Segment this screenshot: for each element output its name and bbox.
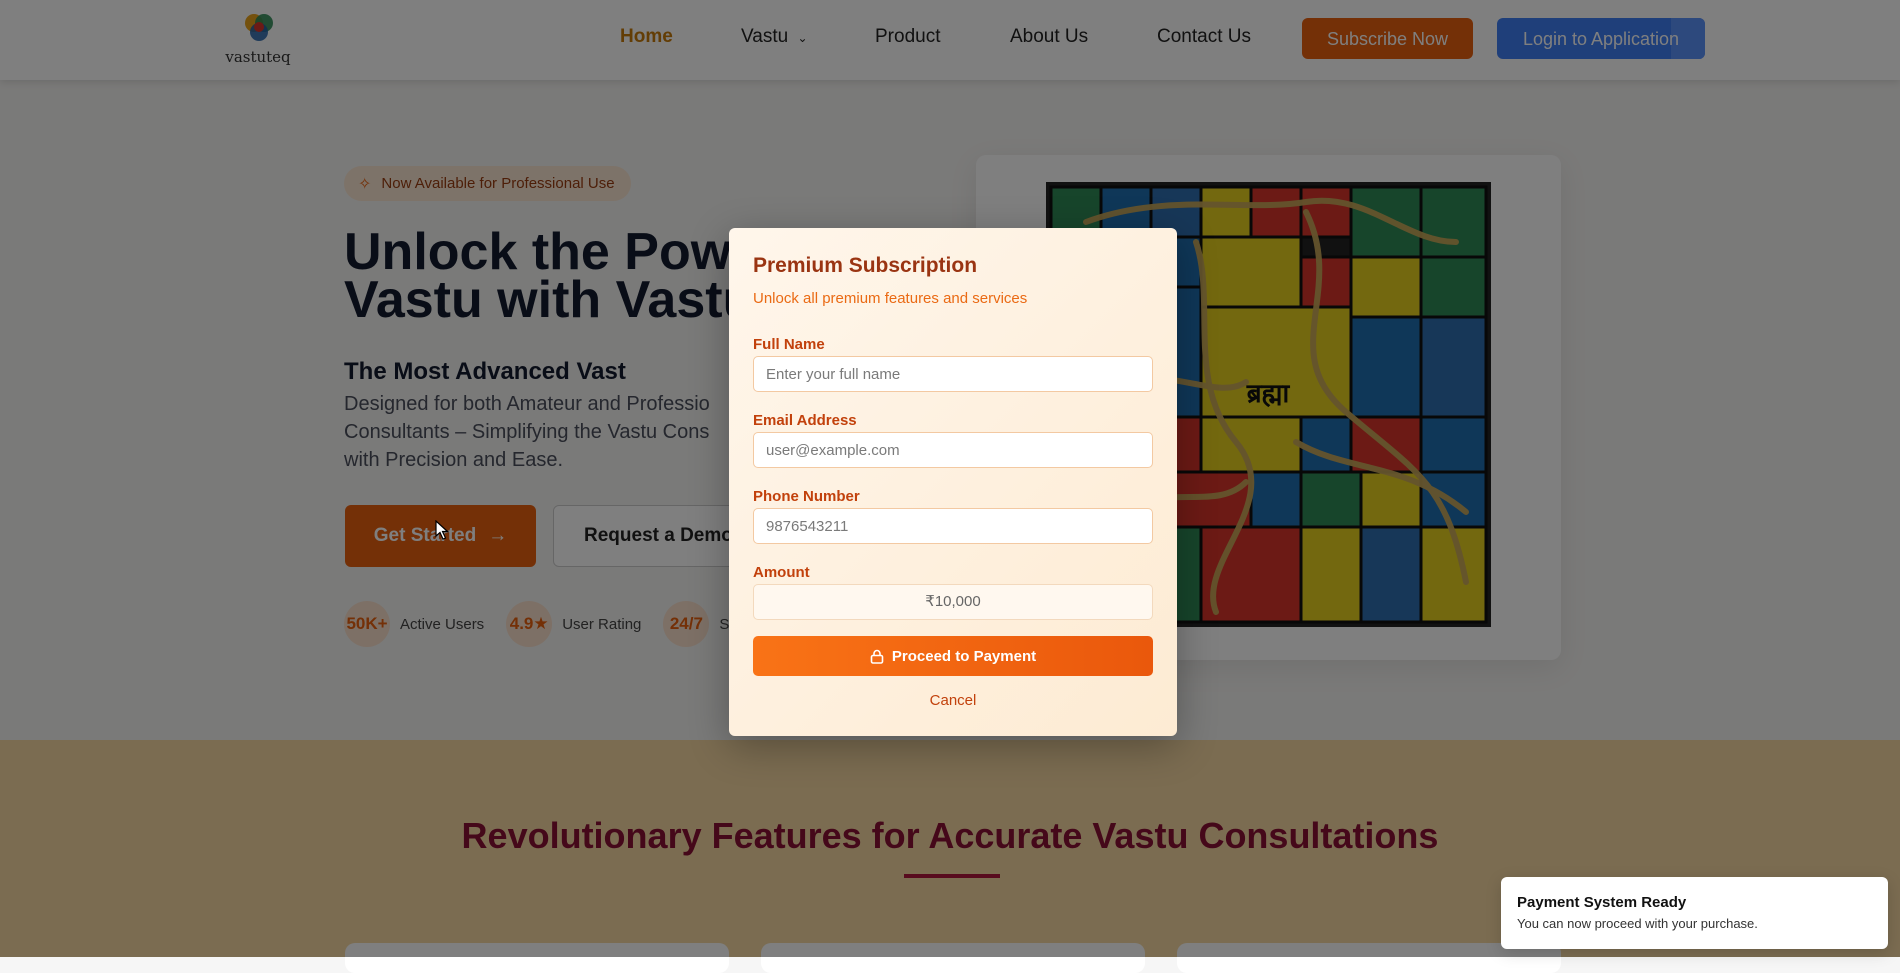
amount-value: ₹10,000 [753, 584, 1153, 620]
email-label: Email Address [753, 412, 857, 429]
lock-icon [870, 649, 884, 664]
amount-label: Amount [753, 564, 810, 581]
full-name-input[interactable] [753, 356, 1153, 392]
full-name-label: Full Name [753, 336, 825, 353]
phone-input[interactable] [753, 508, 1153, 544]
toast-message: You can now proceed with your purchase. [1517, 916, 1758, 931]
email-input[interactable] [753, 432, 1153, 468]
mouse-cursor-icon [435, 520, 449, 540]
toast-title: Payment System Ready [1517, 894, 1687, 911]
cancel-button[interactable]: Cancel [753, 692, 1153, 709]
premium-subscription-modal: Premium Subscription Unlock all premium … [729, 228, 1177, 736]
payment-ready-toast: Payment System Ready You can now proceed… [1501, 877, 1888, 949]
phone-label: Phone Number [753, 488, 860, 505]
modal-subtitle: Unlock all premium features and services [753, 290, 1028, 307]
modal-title: Premium Subscription [753, 254, 978, 277]
proceed-to-payment-label: Proceed to Payment [891, 647, 1037, 665]
proceed-to-payment-button[interactable]: Proceed to Payment [753, 636, 1153, 676]
